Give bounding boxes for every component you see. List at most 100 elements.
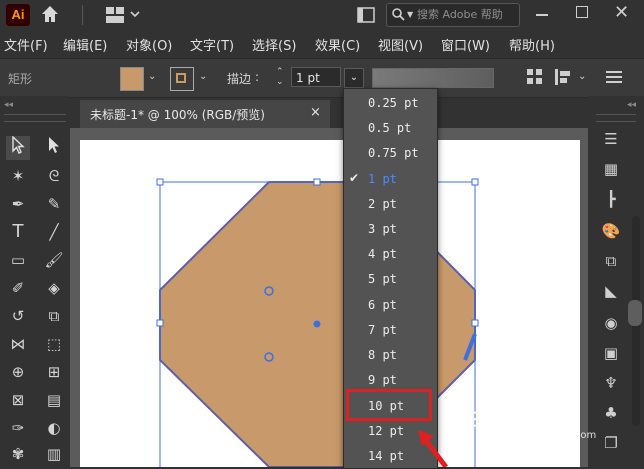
line-icon[interactable]: ╱	[42, 220, 66, 244]
symbol-sprayer-icon[interactable]: ✾	[6, 442, 30, 466]
search-icon	[391, 7, 405, 29]
transparency-icon[interactable]: ◉	[600, 312, 622, 334]
stroke-option[interactable]: 0.25 pt	[368, 96, 419, 110]
workspace-icon[interactable]	[106, 7, 140, 27]
menu-view[interactable]: 视图(V)	[378, 35, 423, 54]
handle-top-right[interactable]	[471, 178, 479, 186]
stroke-swatch[interactable]	[170, 67, 194, 91]
symbols-icon[interactable]: ♣	[600, 402, 622, 424]
stroke-weight-input[interactable]: 1 pt	[291, 67, 341, 87]
stroke-option[interactable]: 0.75 pt	[368, 146, 419, 160]
fill-swatch[interactable]	[120, 67, 144, 91]
stroke-stepper-icon[interactable]: ⌃ ⌄	[276, 67, 288, 89]
search-input[interactable]: ▼ 搜索 Adobe 帮助	[386, 3, 520, 27]
magic-wand-icon[interactable]: ✶	[6, 164, 30, 188]
variable-width-profile[interactable]	[372, 68, 494, 88]
handle-middle-right[interactable]	[471, 319, 479, 327]
arrange-documents-icon[interactable]	[357, 7, 375, 27]
right-scrollbar-thumb[interactable]	[628, 300, 642, 326]
handle-top-left[interactable]	[156, 178, 164, 186]
stroke-option[interactable]: 2 pt	[368, 197, 397, 211]
minimize-icon[interactable]	[536, 14, 548, 16]
corner-widget-bottom[interactable]	[264, 352, 274, 362]
center-point[interactable]	[313, 320, 321, 328]
menu-edit[interactable]: 编辑(E)	[63, 35, 107, 54]
shape-builder-icon[interactable]: ⊕	[6, 360, 30, 384]
stroke-option[interactable]: 12 pt	[368, 424, 404, 438]
shape-type-label: 矩形	[8, 72, 33, 86]
right-panel-collapse-icon[interactable]: ◂◂	[627, 100, 636, 110]
maximize-icon[interactable]	[576, 6, 588, 18]
transform-icon[interactable]	[555, 69, 571, 89]
checkmark-icon: ✔	[349, 171, 360, 185]
graphic-styles-icon[interactable]: ❐	[600, 432, 622, 454]
stroke-label-colon: :	[255, 70, 260, 84]
menu-window[interactable]: 窗口(W)	[441, 35, 490, 54]
highlight-box	[346, 389, 432, 421]
type-icon[interactable]: T	[6, 220, 30, 244]
brushes-icon[interactable]: ♆	[600, 372, 622, 394]
column-graph-icon[interactable]: ▥	[42, 442, 66, 466]
width-icon[interactable]: ⋈	[6, 332, 30, 356]
perspective-icon[interactable]: ⊞	[42, 360, 66, 384]
stroke-option[interactable]: 4 pt	[368, 247, 397, 261]
stroke-option[interactable]: 8 pt	[368, 348, 397, 362]
menu-object[interactable]: 对象(O)	[126, 35, 172, 54]
panel-menu-icon[interactable]	[606, 69, 622, 89]
transform-chevron-icon[interactable]: ⌄	[578, 71, 586, 82]
stroke-option[interactable]: 3 pt	[368, 222, 397, 236]
document-tab-title: 未标题-1* @ 100% (RGB/预览)	[90, 108, 265, 122]
gradient-panel-icon[interactable]: ◣	[600, 280, 622, 302]
properties-icon[interactable]: ☰	[600, 128, 622, 150]
stroke-option[interactable]: 7 pt	[368, 323, 397, 337]
stroke-option[interactable]: 14 pt	[368, 449, 404, 463]
search-placeholder: 搜索 Adobe 帮助	[417, 8, 503, 21]
menu-select[interactable]: 选择(S)	[252, 35, 296, 54]
rotate-icon[interactable]: ↺	[6, 304, 30, 328]
menu-effect[interactable]: 效果(C)	[315, 35, 360, 54]
menu-type[interactable]: 文字(T)	[190, 35, 234, 54]
align-icon[interactable]	[527, 69, 543, 89]
scale-icon[interactable]: ⧉	[42, 304, 66, 328]
lasso-icon[interactable]: ᘓ	[42, 164, 66, 188]
stroke-dropdown-toggle[interactable]: ⌄	[344, 68, 364, 88]
tools-grip[interactable]	[4, 114, 66, 122]
stroke-option[interactable]: 5 pt	[368, 272, 397, 286]
gradient-icon[interactable]: ▤	[42, 388, 66, 412]
menu-help[interactable]: 帮助(H)	[509, 35, 555, 54]
tools-collapse-icon[interactable]: ◂◂	[4, 100, 13, 110]
eyedropper-icon[interactable]: ✑	[6, 416, 30, 440]
swatches-icon[interactable]: ⧉	[600, 250, 622, 272]
home-icon[interactable]	[40, 4, 60, 28]
handle-middle-left[interactable]	[156, 319, 164, 327]
eraser-icon[interactable]: ◈	[42, 276, 66, 300]
fill-chevron-icon[interactable]: ⌄	[148, 71, 156, 82]
curvature-icon[interactable]: ✎	[42, 192, 66, 216]
corner-widget-top[interactable]	[264, 286, 274, 296]
paintbrush-icon[interactable]: 🖌	[42, 248, 66, 272]
direct-selection-tool-icon[interactable]	[42, 136, 66, 160]
free-transform-icon[interactable]: ⬚	[42, 332, 66, 356]
handle-top-center[interactable]	[313, 178, 321, 186]
stroke-option-selected[interactable]: 1 pt	[368, 172, 397, 186]
rectangle-icon[interactable]: ▭	[6, 248, 30, 272]
menu-file[interactable]: 文件(F)	[4, 35, 48, 54]
layers-icon[interactable]: ▦	[600, 158, 622, 180]
document-tab-close-icon[interactable]: ×	[310, 105, 321, 120]
blend-icon[interactable]: ◐	[42, 416, 66, 440]
pen-icon[interactable]: ✒	[6, 192, 30, 216]
align-panel-icon[interactable]: ┣	[600, 188, 622, 210]
selection-tool-icon[interactable]	[6, 135, 30, 160]
appearance-icon[interactable]: ▣	[600, 342, 622, 364]
stroke-option[interactable]: 9 pt	[368, 373, 397, 387]
mesh-icon[interactable]: ⊠	[6, 388, 30, 412]
stroke-option[interactable]: 0.5 pt	[368, 121, 411, 135]
shaper-icon[interactable]: ✐	[6, 276, 30, 300]
stroke-option[interactable]: 6 pt	[368, 298, 397, 312]
watermark-url: jingyan.baidu.com	[504, 430, 597, 441]
search-chevron-icon: ▼	[407, 10, 414, 19]
stroke-swatch-chevron-icon[interactable]: ⌄	[199, 71, 207, 82]
right-panel-grip[interactable]	[596, 114, 636, 122]
color-panel-icon[interactable]: 🎨	[600, 220, 622, 242]
close-icon[interactable]: ✕	[614, 2, 629, 23]
